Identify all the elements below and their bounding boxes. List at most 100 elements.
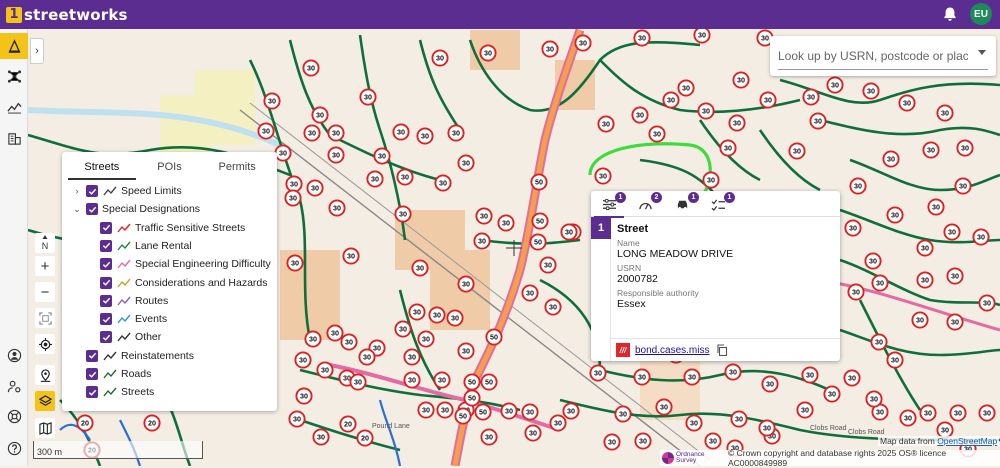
- rail-item-analytics[interactable]: [0, 93, 28, 119]
- layer-item[interactable]: Traffic Sensitive Streets: [96, 219, 245, 237]
- speed-limit-sign[interactable]: 30: [312, 428, 330, 446]
- chevron-down-icon[interactable]: [978, 50, 986, 55]
- tab-streets[interactable]: Streets: [68, 152, 136, 180]
- layer-checkbox[interactable]: [100, 239, 112, 252]
- speed-limit-sign[interactable]: 30: [685, 414, 703, 432]
- speed-limit-sign[interactable]: 30: [480, 428, 498, 446]
- layer-item[interactable]: Streets: [72, 383, 154, 401]
- speed-limit-sign[interactable]: 30: [475, 207, 493, 225]
- what3words-link[interactable]: bond.cases.miss: [635, 345, 709, 356]
- speed-limit-sign[interactable]: 30: [978, 294, 996, 312]
- layers-toggle-button[interactable]: [35, 391, 55, 411]
- speed-limit-sign[interactable]: 20: [76, 414, 94, 432]
- speed-limit-sign[interactable]: 30: [340, 333, 358, 351]
- speed-limit-sign[interactable]: 50: [529, 233, 547, 251]
- speed-limit-sign[interactable]: 30: [342, 247, 360, 265]
- speed-limit-sign[interactable]: 30: [436, 401, 454, 419]
- layer-checkbox[interactable]: [86, 185, 98, 197]
- speed-limit-sign[interactable]: 30: [943, 223, 961, 241]
- speed-limit-sign[interactable]: 30: [728, 114, 746, 132]
- speed-limit-sign[interactable]: 30: [294, 351, 312, 369]
- speed-limit-sign[interactable]: 50: [454, 407, 472, 425]
- layer-item[interactable]: ⌄ Special Designations: [72, 200, 200, 218]
- speed-limit-sign[interactable]: 30: [662, 91, 680, 109]
- speed-limit-sign[interactable]: 30: [719, 139, 737, 157]
- speed-limit-sign[interactable]: 30: [871, 274, 889, 292]
- tab-checklist[interactable]: 1: [707, 192, 735, 213]
- speed-limit-sign[interactable]: 30: [886, 351, 904, 369]
- speed-limit-sign[interactable]: 30: [594, 167, 612, 185]
- tab-restrictions[interactable]: 1: [594, 192, 626, 218]
- speed-limit-sign[interactable]: 30: [274, 144, 292, 162]
- speed-limit-sign[interactable]: 30: [949, 404, 967, 422]
- speed-limit-sign[interactable]: 30: [479, 44, 497, 62]
- speed-limit-sign[interactable]: 30: [521, 403, 539, 421]
- speed-limit-sign[interactable]: 30: [603, 433, 621, 451]
- speed-limit-sign[interactable]: 30: [702, 171, 720, 189]
- speed-limit-sign[interactable]: 30: [295, 387, 313, 405]
- speed-limit-sign[interactable]: 30: [946, 313, 964, 331]
- layer-checkbox[interactable]: [86, 203, 98, 216]
- basemap-button[interactable]: [35, 418, 55, 438]
- speed-limit-sign[interactable]: 50: [480, 373, 498, 391]
- layer-item[interactable]: Considerations and Hazards: [96, 274, 268, 292]
- speed-limit-sign[interactable]: 30: [433, 371, 451, 389]
- speed-limit-sign[interactable]: 30: [916, 239, 934, 257]
- speed-limit-sign[interactable]: 30: [411, 259, 429, 277]
- speed-limit-sign[interactable]: 30: [597, 115, 615, 133]
- speed-limit-sign[interactable]: 30: [919, 404, 937, 422]
- speed-limit-sign[interactable]: 30: [304, 330, 322, 348]
- user-avatar[interactable]: EU: [970, 3, 992, 25]
- speed-limit-sign[interactable]: 30: [434, 174, 452, 192]
- speed-limit-sign[interactable]: 30: [326, 324, 344, 342]
- speed-limit-sign[interactable]: 30: [311, 106, 329, 124]
- rail-item-works[interactable]: [0, 33, 28, 59]
- speed-limit-sign[interactable]: 50: [531, 212, 549, 230]
- speed-limit-sign[interactable]: 30: [524, 424, 542, 442]
- speed-limit-sign[interactable]: 30: [500, 402, 518, 420]
- layer-item[interactable]: Other: [96, 328, 161, 346]
- speed-limit-sign[interactable]: 30: [972, 228, 990, 246]
- speed-limit-sign[interactable]: 30: [677, 79, 695, 97]
- speed-limit-sign[interactable]: 30: [634, 432, 652, 450]
- speed-limit-sign[interactable]: 30: [366, 170, 384, 188]
- layer-checkbox[interactable]: [100, 221, 112, 234]
- speed-limit-sign[interactable]: 30: [497, 214, 515, 232]
- speed-limit-sign[interactable]: 30: [847, 283, 865, 301]
- speed-limit-sign[interactable]: 30: [936, 104, 954, 122]
- speed-limit-sign[interactable]: 30: [864, 252, 882, 270]
- speed-limit-sign[interactable]: 30: [446, 309, 464, 327]
- speed-limit-sign[interactable]: 30: [417, 330, 435, 348]
- layer-checkbox[interactable]: [100, 313, 112, 326]
- speed-limit-sign[interactable]: 30: [316, 361, 334, 379]
- rail-item-user-settings[interactable]: [0, 373, 28, 399]
- tab-vehicles[interactable]: 1: [671, 192, 699, 213]
- speed-limit-sign[interactable]: 30: [648, 125, 666, 143]
- speed-limit-sign[interactable]: 30: [704, 432, 722, 450]
- layer-checkbox[interactable]: [86, 368, 98, 380]
- speed-limit-sign[interactable]: 30: [732, 71, 750, 89]
- speed-limit-sign[interactable]: 30: [394, 205, 412, 223]
- speed-limit-sign[interactable]: 30: [655, 398, 673, 416]
- speed-limit-sign[interactable]: 30: [457, 275, 475, 293]
- speed-limit-sign[interactable]: 30: [286, 254, 304, 272]
- speed-limit-sign[interactable]: 30: [697, 102, 715, 120]
- fit-extent-button[interactable]: [35, 308, 55, 328]
- rail-item-account[interactable]: [0, 342, 28, 368]
- speed-limit-sign[interactable]: 20: [339, 415, 357, 433]
- speed-limit-sign[interactable]: 30: [408, 303, 426, 321]
- speed-limit-sign[interactable]: 30: [809, 112, 827, 130]
- speed-limit-sign[interactable]: 30: [956, 139, 974, 157]
- app-logo[interactable]: 1 streetworks: [6, 6, 128, 24]
- speed-limit-sign[interactable]: 30: [302, 59, 320, 77]
- speed-limit-sign[interactable]: 30: [349, 373, 367, 391]
- speed-limit-sign[interactable]: 30: [403, 371, 421, 389]
- speed-limit-sign[interactable]: 30: [473, 232, 491, 250]
- speed-limit-sign[interactable]: 50: [463, 389, 481, 407]
- compass-button[interactable]: N: [35, 233, 55, 253]
- speed-limit-sign[interactable]: 30: [724, 363, 742, 381]
- speed-limit-sign[interactable]: 30: [683, 368, 701, 386]
- speed-limit-sign[interactable]: 30: [428, 306, 446, 324]
- openstreetmap-link[interactable]: OpenStreetMap: [937, 436, 997, 446]
- speed-limit-sign[interactable]: 30: [306, 179, 324, 197]
